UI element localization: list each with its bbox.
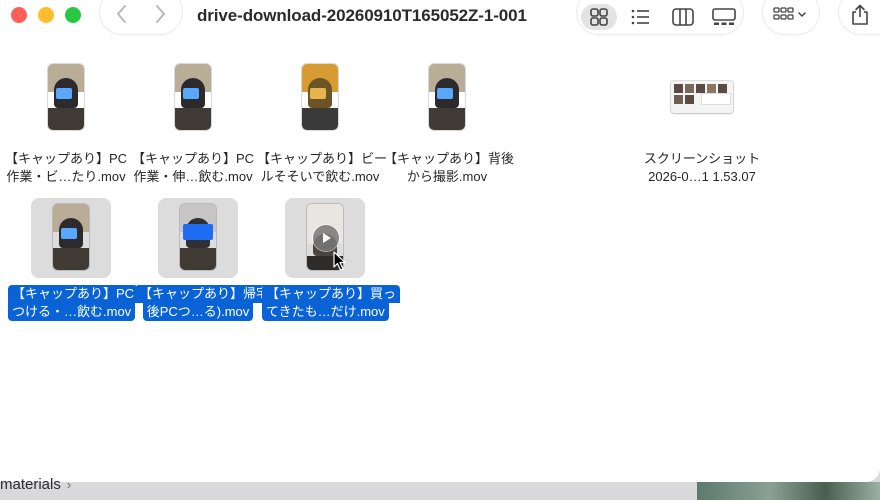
file-name: 【キャップあり】PC 作業・伸…飲む.mov [131,151,255,184]
chevron-right-icon: › [66,477,72,492]
video-thumbnail [407,58,487,138]
list-view-icon [631,9,649,25]
file-name: 【キャップあり】買っ てきたも…だけ.mov [262,285,401,321]
file-item[interactable]: 【キャップあり】ビー ルそそいで飲む.mov [257,58,388,188]
share-icon [852,4,868,25]
video-thumbnail [285,198,365,278]
navigation-buttons [100,0,182,34]
file-item[interactable]: 【キャップあり】PC 作業・ビ…たり.mov [3,58,129,188]
column-view-icon [672,8,694,26]
minimize-window-button[interactable] [38,7,54,23]
file-name: 【キャップあり】PC つける・…飲む.mov [8,285,139,321]
view-switcher [577,0,743,34]
column-view-button[interactable] [664,4,700,30]
screenshot-thumbnail [671,81,733,113]
video-thumbnail [280,58,360,138]
file-item-selected[interactable]: 【キャップあり】帰宅 後PCつ…る).mov [135,198,274,322]
video-thumbnail [26,58,106,138]
list-view-button[interactable] [622,4,658,30]
file-item-selected[interactable]: 【キャップあり】PC つける・…飲む.mov [8,198,139,322]
icon-view-icon [590,8,608,26]
file-item[interactable]: 【キャップあり】PC 作業・伸…飲む.mov [130,58,256,188]
group-by-button[interactable] [763,0,819,34]
close-window-button[interactable] [11,7,27,23]
file-name: 【キャップあり】ビー ルそそいで飲む.mov [257,151,388,184]
group-by-icon [773,7,806,20]
video-thumbnail [153,58,233,138]
gallery-view-icon [712,8,736,25]
file-name: 【キャップあり】PC 作業・ビ…たり.mov [4,151,128,184]
share-button[interactable] [839,0,880,34]
background-photo [697,482,880,500]
gallery-view-button[interactable] [704,4,740,30]
chevron-right-icon [156,5,165,23]
background-breadcrumb[interactable]: materials › [0,476,71,493]
finder-window: drive-download-20260910T165052Z-1-001 【キ… [0,0,880,482]
file-item[interactable]: 【キャップあり】背後 から撮影.mov [384,58,515,188]
maximize-window-button[interactable] [65,7,81,23]
chevron-left-icon [117,5,126,23]
video-thumbnail [31,198,111,278]
toolbar: drive-download-20260910T165052Z-1-001 [0,0,880,34]
video-thumbnail [158,198,238,278]
file-item[interactable]: スクリーンショット 2026-0…1 1.53.07 [639,58,765,188]
file-item-selected[interactable]: 【キャップあり】買っ てきたも…だけ.mov [262,198,401,322]
icon-view-button[interactable] [581,4,617,30]
file-name: 【キャップあり】背後 から撮影.mov [384,151,515,184]
file-name: 【キャップあり】帰宅 後PCつ…る).mov [135,285,274,321]
window-title: drive-download-20260910T165052Z-1-001 [197,6,527,25]
file-name: スクリーンショット 2026-0…1 1.53.07 [643,151,761,184]
forward-button[interactable] [140,4,180,28]
back-button[interactable] [102,4,142,28]
play-icon[interactable] [313,225,339,251]
mouse-pointer-icon [333,251,346,271]
